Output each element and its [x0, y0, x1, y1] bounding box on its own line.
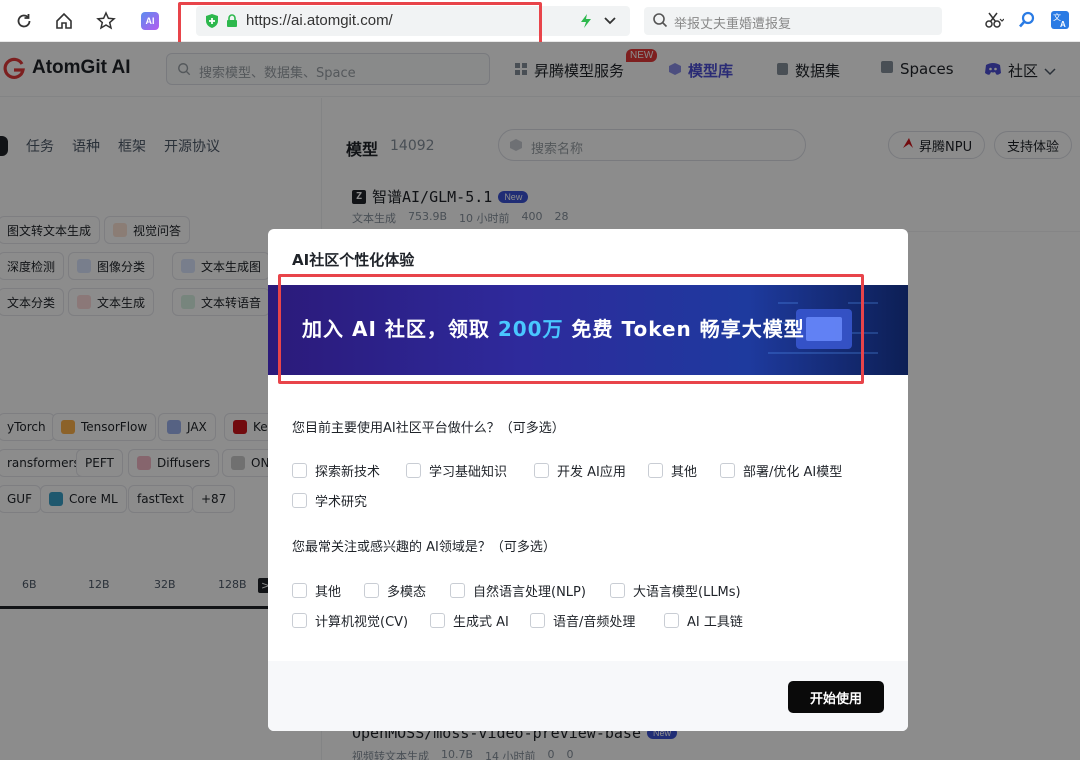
checkbox[interactable]: [430, 613, 445, 628]
question-interest: 您最常关注或感兴趣的 AI领域是？（可多选）: [292, 540, 556, 555]
option-label: 开发 AI应用: [557, 465, 626, 480]
option-deploy-optimize[interactable]: 部署/优化 AI模型: [720, 461, 842, 480]
option-label: 大语言模型(LLMs): [633, 585, 741, 600]
svg-text:A: A: [1060, 20, 1066, 29]
checkbox[interactable]: [534, 463, 549, 478]
option-genai[interactable]: 生成式 AI: [430, 611, 509, 630]
checkbox[interactable]: [292, 613, 307, 628]
lightning-icon[interactable]: [574, 9, 598, 33]
translate-icon[interactable]: 文A: [1050, 10, 1070, 33]
option-label: 生成式 AI: [453, 615, 509, 630]
checkbox[interactable]: [648, 463, 663, 478]
option-label: 多模态: [387, 585, 427, 600]
option-multimodal[interactable]: 多模态: [364, 581, 426, 600]
option-label: 学术研究: [315, 495, 368, 510]
option-label: AI 工具链: [687, 615, 743, 630]
option-label: 自然语言处理(NLP): [473, 585, 586, 600]
option-learn-basics[interactable]: 学习基础知识: [406, 461, 507, 480]
checkbox[interactable]: [610, 583, 625, 598]
modal-title: AI社区个性化体验: [292, 251, 415, 269]
checkbox[interactable]: [664, 613, 679, 628]
option-label: 学习基础知识: [429, 465, 508, 480]
option-llms[interactable]: 大语言模型(LLMs): [610, 581, 741, 600]
ai-extension-icon[interactable]: AI: [138, 9, 162, 33]
search-icon: [652, 12, 668, 31]
url-highlight-box: [178, 2, 542, 46]
checkbox[interactable]: [720, 463, 735, 478]
option-label: 部署/优化 AI模型: [743, 465, 843, 480]
reload-icon[interactable]: [12, 9, 36, 33]
option-nlp[interactable]: 自然语言处理(NLP): [450, 581, 586, 600]
option-academic[interactable]: 学术研究: [292, 491, 367, 510]
checkbox[interactable]: [364, 583, 379, 598]
bookmark-star-icon[interactable]: [94, 9, 118, 33]
modal-footer: 开始使用: [268, 661, 908, 731]
home-icon[interactable]: [52, 9, 76, 33]
option-label: 其他: [671, 465, 698, 480]
option-label: 语音/音频处理: [553, 615, 636, 630]
checkbox[interactable]: [292, 463, 307, 478]
option-other-1[interactable]: 其他: [648, 461, 697, 480]
chevron-down-icon[interactable]: [598, 9, 622, 33]
scissors-icon[interactable]: [984, 11, 1005, 32]
checkbox[interactable]: [450, 583, 465, 598]
checkbox[interactable]: [292, 493, 307, 508]
checkbox[interactable]: [406, 463, 421, 478]
option-other-2[interactable]: 其他: [292, 581, 341, 600]
option-cv[interactable]: 计算机视觉(CV): [292, 611, 408, 630]
option-ai-toolchain[interactable]: AI 工具链: [664, 611, 743, 630]
option-label: 探索新技术: [315, 465, 381, 480]
start-button[interactable]: 开始使用: [788, 681, 884, 713]
checkbox[interactable]: [530, 613, 545, 628]
browser-search-text: 举报丈夫重婚遭报复: [674, 17, 792, 32]
browser-search-box[interactable]: 举报丈夫重婚遭报复: [644, 7, 942, 35]
checkbox[interactable]: [292, 583, 307, 598]
option-speech-audio[interactable]: 语音/音频处理: [530, 611, 635, 630]
option-label: 其他: [315, 585, 342, 600]
browser-right-icons: 文A: [984, 9, 1080, 33]
magnifier-icon[interactable]: [1018, 11, 1036, 32]
question-usage: 您目前主要使用AI社区平台做什么？（可多选）: [292, 421, 565, 436]
option-explore-tech[interactable]: 探索新技术: [292, 461, 380, 480]
option-develop-app[interactable]: 开发 AI应用: [534, 461, 626, 480]
browser-toolbar: AI https://ai.atomgit.com/ 举报丈夫重婚遭报复 文A: [0, 0, 1080, 46]
option-label: 计算机视觉(CV): [315, 615, 409, 630]
banner-highlight-box: [278, 274, 864, 384]
